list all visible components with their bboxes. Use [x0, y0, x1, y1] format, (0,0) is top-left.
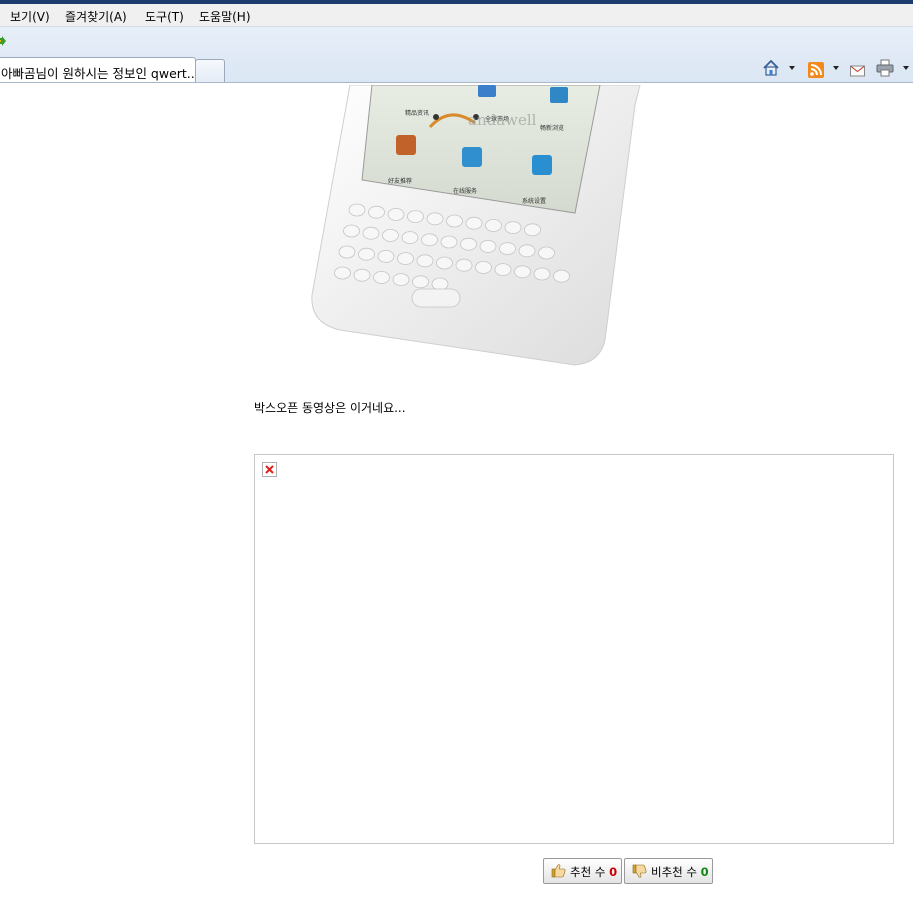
device-label: 精品资讯	[405, 109, 429, 117]
new-tab-button[interactable]	[195, 59, 225, 83]
tab-current-page[interactable]: 아빠곰님이 원하시는 정보인 qwert...	[0, 57, 199, 83]
ebook-reader-image: 精品资讯 全球市场 畅新浏览 好友推荐 在线服务 系统设置 andawell	[311, 85, 641, 366]
keyboard-key	[440, 235, 458, 249]
keyboard-key	[338, 245, 356, 259]
tab-title: 아빠곰님이 원하시는 정보인 qwert...	[1, 66, 199, 81]
keyboard-key	[373, 270, 390, 284]
keyboard-key	[455, 258, 473, 272]
print-dropdown-arrow[interactable]	[903, 66, 909, 70]
recommend-button[interactable]: 추천 수 0	[543, 858, 622, 884]
device-label: 好友推荐	[388, 177, 412, 185]
rss-feed-icon[interactable]	[808, 61, 824, 79]
keyboard-key	[465, 216, 483, 230]
mail-icon[interactable]	[850, 62, 865, 80]
menu-tools[interactable]: 도구(T)	[145, 8, 184, 25]
keyboard-key	[416, 254, 434, 268]
keyboard-key	[436, 256, 453, 270]
content-top-border	[0, 82, 913, 83]
keyboard-key	[494, 263, 512, 277]
keyboard-key	[368, 205, 385, 219]
not-recommend-label: 비추천 수	[651, 865, 697, 879]
not-recommend-count: 0	[700, 865, 709, 879]
video-embed-placeholder[interactable]	[254, 454, 894, 844]
keyboard-key	[334, 266, 351, 280]
keyboard-key	[421, 233, 438, 247]
keyboard-key	[460, 237, 477, 251]
keyboard-key	[401, 231, 419, 245]
device-brand-logo: andawell	[468, 111, 537, 129]
keyboard-key	[377, 249, 395, 263]
article-caption: 박스오픈 동영상은 이거네요...	[254, 401, 406, 415]
keyboard-key	[412, 275, 429, 289]
keyboard-key	[538, 246, 555, 260]
keyboard-key	[382, 228, 399, 242]
keyboard-key	[504, 221, 522, 235]
keyboard-key	[475, 260, 492, 274]
keyboard-key	[553, 269, 570, 283]
keyboard-key	[499, 242, 516, 256]
keyboard-key	[479, 239, 497, 253]
keyboard-key	[426, 212, 444, 226]
keyboard-key	[343, 224, 360, 238]
home-dropdown-arrow[interactable]	[789, 66, 795, 70]
device-label: 畅新浏览	[540, 124, 564, 132]
keyboard-key	[514, 265, 531, 279]
keyboard-key	[431, 277, 449, 291]
keyboard-key	[397, 252, 414, 266]
recommend-label: 추천 수	[570, 865, 606, 879]
keyboard-key	[362, 226, 380, 240]
keyboard-key	[518, 244, 536, 258]
keyboard-key	[387, 207, 405, 221]
keyboard-key	[358, 247, 375, 261]
not-recommend-button[interactable]: 비추천 수 0	[624, 858, 713, 884]
keyboard-key	[524, 223, 541, 237]
menu-help[interactable]: 도움말(H)	[199, 8, 251, 25]
keyboard-key	[407, 210, 424, 224]
thumbs-down-icon	[632, 864, 647, 878]
keyboard-key	[446, 214, 463, 228]
keyboard-key	[485, 218, 502, 232]
device-label: 系统设置	[522, 197, 546, 205]
print-icon[interactable]	[876, 59, 894, 77]
menu-favorites[interactable]: 즐겨찾기(A)	[65, 8, 127, 25]
menu-view[interactable]: 보기(V)	[10, 8, 50, 25]
thumbs-up-icon	[551, 864, 566, 878]
keyboard-key	[348, 203, 366, 217]
menu-bar: 보기(V) 즐겨찾기(A) 도구(T) 도움말(H)	[0, 4, 913, 27]
home-icon[interactable]	[762, 59, 780, 77]
device-label: 在线服务	[453, 187, 477, 195]
keyboard-key	[353, 268, 371, 282]
keyboard-key	[533, 267, 551, 281]
go-arrow-icon[interactable]	[0, 36, 6, 46]
keyboard-key	[392, 273, 410, 287]
broken-plugin-icon	[262, 462, 277, 477]
feed-dropdown-arrow[interactable]	[833, 66, 839, 70]
recommend-count: 0	[609, 865, 618, 879]
